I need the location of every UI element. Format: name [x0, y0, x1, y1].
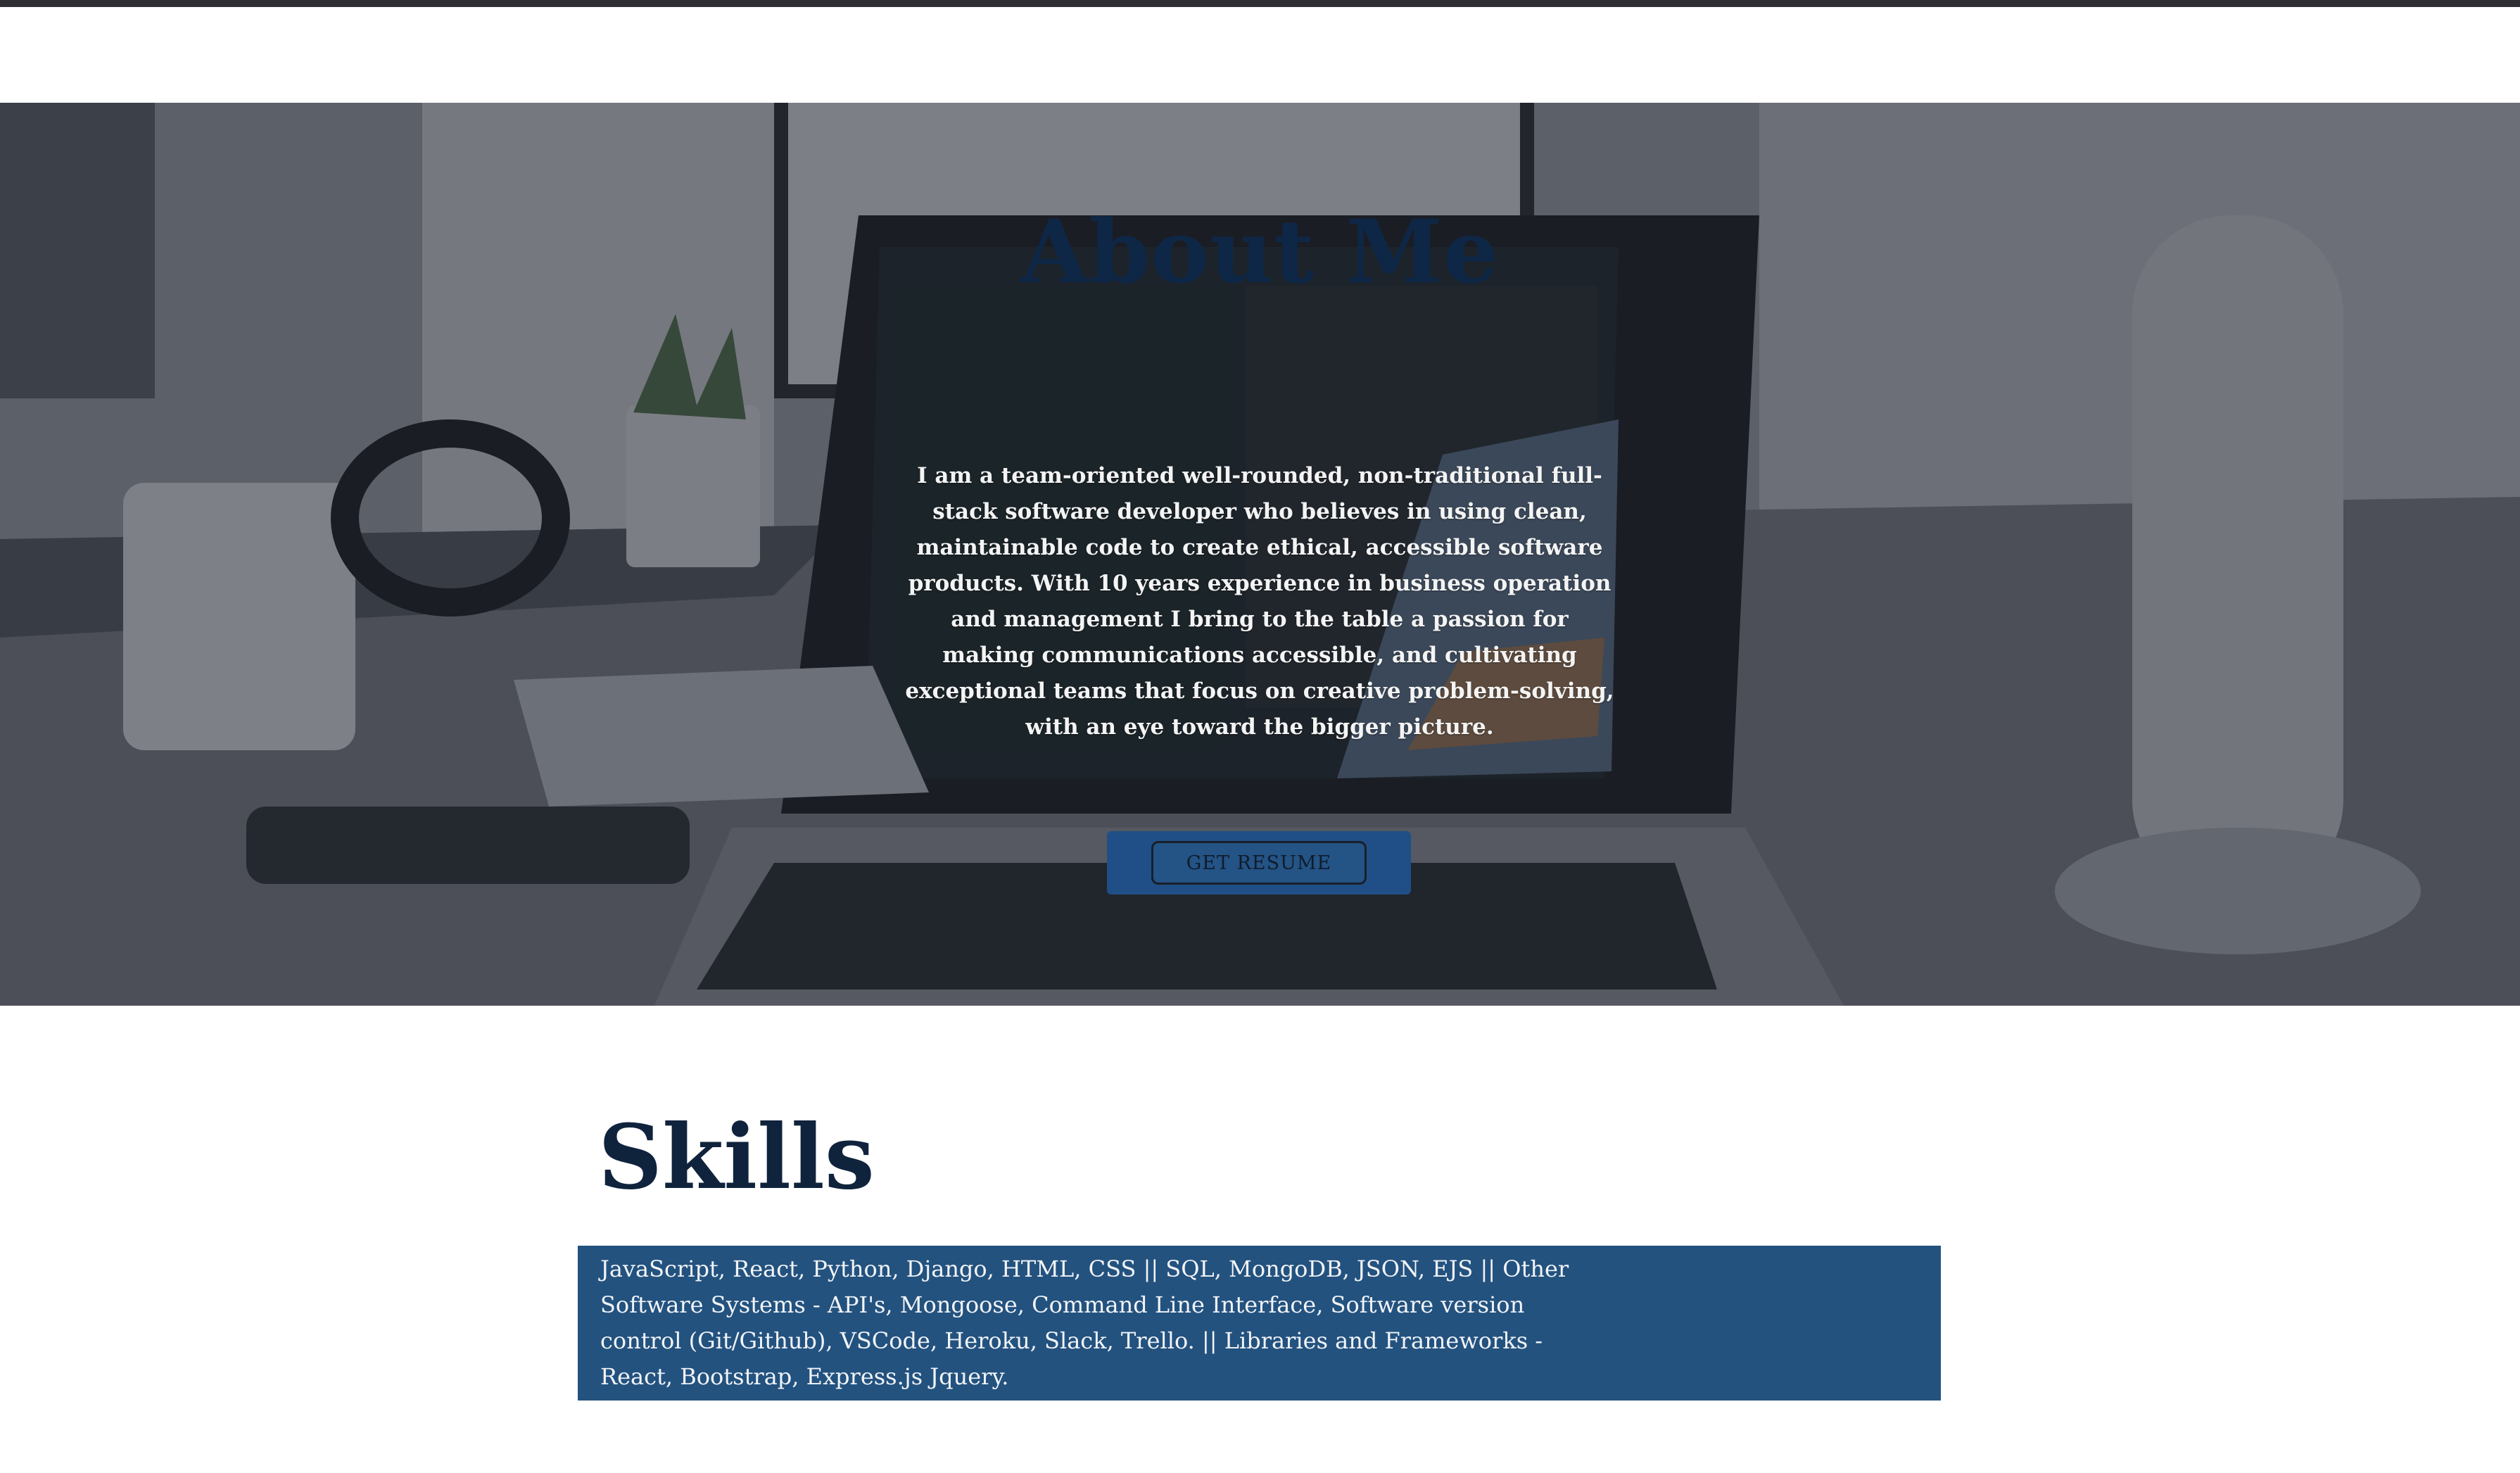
skills-box: JavaScript, React, Python, Django, HTML,… — [578, 1246, 1941, 1401]
skills-description: JavaScript, React, Python, Django, HTML,… — [600, 1256, 1569, 1390]
skills-title: Skills — [598, 1105, 875, 1209]
resume-button-container: GET RESUME — [1107, 831, 1411, 894]
about-hero-section: About Me I am a team-oriented well-round… — [0, 103, 2520, 1006]
about-title: About Me — [1020, 201, 1500, 303]
get-resume-button[interactable]: GET RESUME — [1151, 841, 1367, 885]
top-bar — [0, 0, 2520, 7]
about-description: I am a team-oriented well-rounded, non-t… — [905, 463, 1614, 740]
